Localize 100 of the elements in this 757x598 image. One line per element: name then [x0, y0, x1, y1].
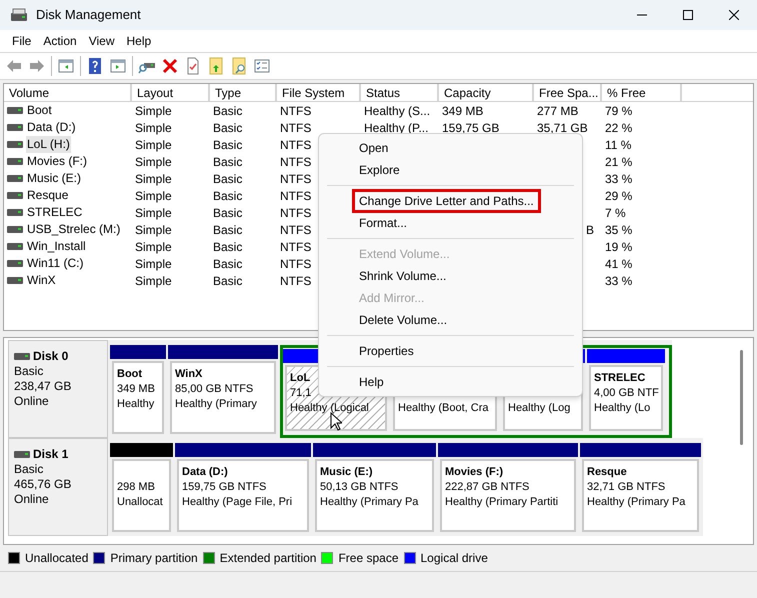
column-header[interactable]: Capacity [439, 84, 534, 101]
partition-block[interactable]: Music (E:) 50,13 GB NTFS Healthy (Primary Pa [315, 459, 434, 532]
table-cell: 349 MB [442, 104, 484, 118]
menu-item[interactable]: View [82, 32, 120, 50]
table-cell: Simple [135, 188, 172, 202]
context-menu-item[interactable]: Delete Volume... [352, 308, 454, 332]
legend-label: Extended partition [220, 550, 316, 567]
table-cell: Basic [213, 274, 242, 288]
partition-block[interactable]: Resque 32,71 GB NTFS Healthy (Primary Pa [582, 459, 699, 532]
legend-label: Free space [338, 550, 398, 567]
partition-block[interactable]: Data (D:) 159,75 GB NTFS Healthy (Page File, Pri [177, 459, 309, 532]
disk-type: Basic [14, 462, 44, 477]
table-cell: Healthy (P... [364, 120, 428, 134]
table-cell: NTFS [280, 274, 312, 288]
partition-block[interactable]: Boot 349 MB Healthy [112, 361, 164, 434]
volume-name[interactable]: Resque [26, 187, 70, 204]
drive-icon [7, 260, 23, 267]
table-cell: Basic [213, 256, 242, 270]
column-header[interactable]: Volume [4, 84, 132, 101]
context-menu-item[interactable]: Shrink Volume... [352, 264, 454, 288]
partition-block[interactable]: STRELEC 4,00 GB NTF Healthy (Lo [589, 365, 663, 431]
partition-status: Healthy (Log [508, 401, 570, 416]
partition-status: Healthy (Lo [594, 401, 650, 416]
column-header[interactable]: File System [277, 84, 361, 101]
volume-name[interactable]: USB_Strelec (M:) [26, 221, 122, 238]
drive-icon [7, 226, 23, 233]
column-header[interactable]: Layout [132, 84, 210, 101]
table-cell: 41 % [605, 256, 632, 270]
volume-name[interactable]: Music (E:) [26, 170, 82, 187]
scrollbar-thumb[interactable] [740, 350, 743, 445]
disk-name: Disk 1 [33, 447, 68, 462]
drive-icon [7, 243, 23, 250]
drive-icon [14, 451, 30, 458]
table-cell: NTFS [280, 188, 312, 202]
table-cell: NTFS [280, 154, 312, 168]
table-cell: Simple [135, 256, 172, 270]
context-menu-item[interactable]: Format... [352, 211, 414, 235]
column-header[interactable]: Free Spa... [534, 84, 602, 101]
partition-block[interactable]: Movies (F:) 222,87 GB NTFS Healthy (Primary Partiti [440, 459, 576, 532]
table-cell: Basic [213, 104, 242, 118]
legend-label: Unallocated [25, 550, 88, 567]
menu-item[interactable]: Action [37, 32, 83, 50]
column-header[interactable]: % Free [602, 84, 682, 101]
partition-block[interactable]: WinX 85,00 GB NTFS Healthy (Primary [170, 361, 276, 434]
table-cell: Simple [135, 138, 172, 152]
table-cell: Basic [213, 206, 242, 220]
drive-icon [7, 209, 23, 216]
table-cell: 159,75 GB [442, 120, 500, 134]
menu-item[interactable]: File [6, 32, 38, 50]
partition-block[interactable]: 298 MB Unallocat [112, 459, 171, 532]
volume-name[interactable]: Win_Install [26, 238, 87, 255]
context-menu-item[interactable]: Properties [352, 339, 421, 363]
partition-status: Healthy (Page File, Pri [182, 495, 292, 510]
table-cell: 29 % [605, 188, 632, 202]
context-menu-item[interactable]: Explore [352, 158, 407, 182]
drive-icon [7, 124, 23, 131]
close-icon [729, 10, 739, 20]
table-cell: 11 % [605, 138, 632, 152]
volume-name[interactable]: Win11 (C:) [26, 255, 84, 272]
disk-type: Basic [14, 364, 44, 379]
partition-size: 298 MB [117, 480, 155, 495]
table-cell: Basic [213, 172, 242, 186]
disk-name: Disk 0 [33, 349, 68, 364]
partition-status: Healthy (Primary Partiti [445, 495, 558, 510]
partition-size: 85,00 GB NTFS [175, 382, 254, 397]
partition-bar [110, 443, 173, 457]
table-cell: NTFS [280, 138, 312, 152]
drive-icon [7, 107, 23, 114]
maximize-icon [683, 10, 693, 20]
disk-status: Online [14, 492, 50, 507]
table-cell: NTFS [280, 104, 312, 118]
context-menu-item[interactable]: Change Drive Letter and Paths... [352, 189, 541, 213]
partition-name: Data (D:) [182, 465, 228, 480]
volume-name[interactable]: Movies (F:) [26, 153, 88, 170]
table-cell: Basic [213, 188, 242, 202]
table-cell: Basic [213, 138, 242, 152]
table-cell: NTFS [280, 172, 312, 186]
volume-name[interactable]: STRELEC [26, 204, 84, 221]
volume-name[interactable]: Boot [26, 102, 53, 119]
menu-item[interactable]: Help [120, 32, 158, 50]
partition-size: 50,13 GB NTFS [320, 480, 398, 495]
partition-name: Movies (F:) [445, 465, 504, 480]
disk-management-icon [10, 8, 28, 22]
table-cell: 33 % [605, 274, 632, 288]
partition-name: LoL [290, 371, 310, 386]
volume-name[interactable]: LoL (H:) [26, 136, 71, 153]
table-cell: 79 % [605, 104, 632, 118]
partition-size: 4,00 GB NTF [594, 386, 659, 401]
table-cell: Healthy (S... [364, 104, 430, 118]
context-menu-item[interactable]: Open [352, 136, 396, 160]
table-cell: Simple [135, 274, 172, 288]
column-header[interactable]: Status [361, 84, 439, 101]
volume-name[interactable]: WinX [26, 272, 57, 289]
table-cell: 22 % [605, 120, 632, 134]
volume-name[interactable]: Data (D:) [26, 119, 77, 136]
disk-size: 465,76 GB [14, 477, 72, 492]
table-cell: B [586, 222, 594, 236]
table-cell: 7 % [605, 206, 626, 220]
column-header[interactable]: Type [210, 84, 277, 101]
partition-bar [110, 345, 166, 359]
